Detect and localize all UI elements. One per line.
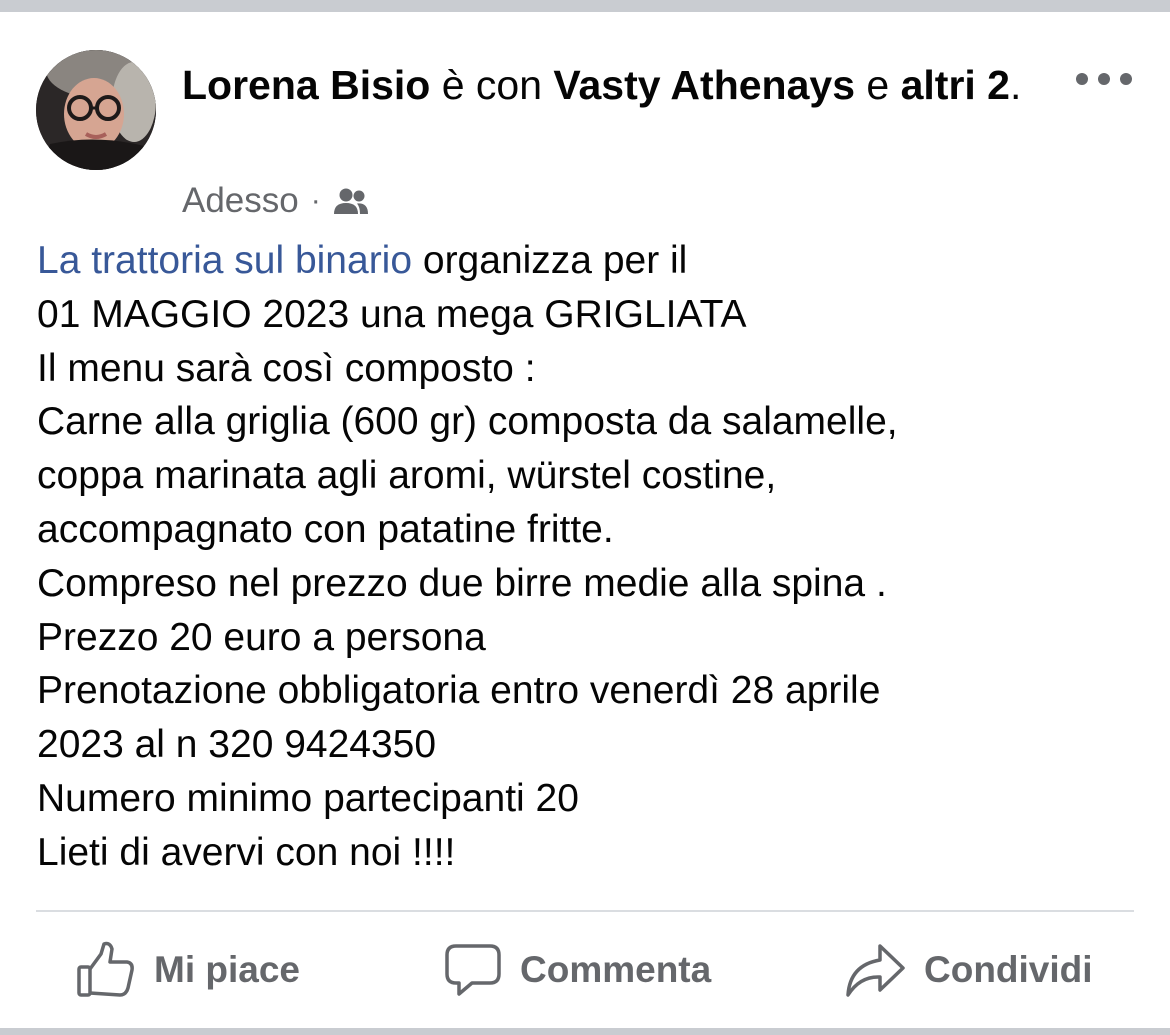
post-body-line: Prezzo 20 euro a persona bbox=[37, 615, 486, 659]
top-separator bbox=[0, 0, 1170, 12]
bottom-separator bbox=[0, 1028, 1170, 1035]
post-body-line: Numero minimo partecipanti 20 bbox=[37, 776, 579, 820]
like-label: Mi piace bbox=[154, 949, 300, 990]
share-label: Condividi bbox=[924, 949, 1093, 990]
comment-button[interactable]: Commenta bbox=[444, 934, 711, 1006]
post-body-line: 01 MAGGIO 2023 una mega GRIGLIATA bbox=[37, 292, 747, 336]
header-period: . bbox=[1009, 62, 1022, 108]
post-body-text: organizza per il bbox=[412, 239, 688, 282]
post-body-line: coppa marinata agli aromi, würstel costi… bbox=[37, 454, 777, 498]
meta-separator: · bbox=[310, 184, 321, 217]
post-body-line: Prenotazione obbligatoria entro venerdì … bbox=[37, 669, 881, 713]
actions-divider bbox=[36, 910, 1134, 912]
like-button[interactable]: Mi piace bbox=[76, 934, 300, 1006]
more-dot-icon bbox=[1098, 73, 1110, 85]
comment-label: Commenta bbox=[520, 949, 712, 990]
thumbs-up-icon bbox=[77, 941, 134, 997]
share-icon bbox=[846, 944, 905, 997]
and-text: e bbox=[855, 62, 901, 108]
post-body-line: Compreso nel prezzo due birre medie alla… bbox=[37, 561, 887, 605]
tagged-person[interactable]: Vasty Athenays bbox=[553, 62, 855, 108]
comment-icon bbox=[445, 944, 501, 996]
more-dot-icon bbox=[1076, 73, 1088, 85]
friends-icon[interactable] bbox=[333, 187, 369, 215]
avatar-photo bbox=[36, 50, 156, 170]
post-meta: Adesso · bbox=[182, 180, 369, 222]
more-dot-icon bbox=[1120, 73, 1132, 85]
post-body-line: Il menu sarà così composto : bbox=[37, 346, 536, 390]
others-link[interactable]: altri 2 bbox=[901, 62, 1010, 108]
post-header: Lorena Bisio è con Vasty Athenays e altr… bbox=[182, 54, 1062, 116]
post-body-line: Carne alla griglia (600 gr) composta da … bbox=[37, 400, 898, 444]
post-body-line: La trattoria sul binario organizza per i… bbox=[37, 234, 1137, 288]
with-text: è con bbox=[430, 62, 554, 108]
avatar[interactable] bbox=[36, 50, 156, 170]
share-button[interactable]: Condividi bbox=[844, 934, 1093, 1006]
post-body-line: 2023 al n 320 9424350 bbox=[37, 723, 437, 767]
post-body-line: Lieti di avervi con noi !!!! bbox=[37, 830, 456, 874]
more-options-button[interactable] bbox=[1076, 62, 1132, 96]
author-name[interactable]: Lorena Bisio bbox=[182, 62, 430, 108]
page-link[interactable]: La trattoria sul binario bbox=[37, 239, 412, 282]
post-body-line: accompagnato con patatine fritte. bbox=[37, 507, 614, 551]
timestamp[interactable]: Adesso bbox=[182, 181, 299, 221]
post-body: La trattoria sul binario organizza per i… bbox=[37, 234, 1137, 880]
